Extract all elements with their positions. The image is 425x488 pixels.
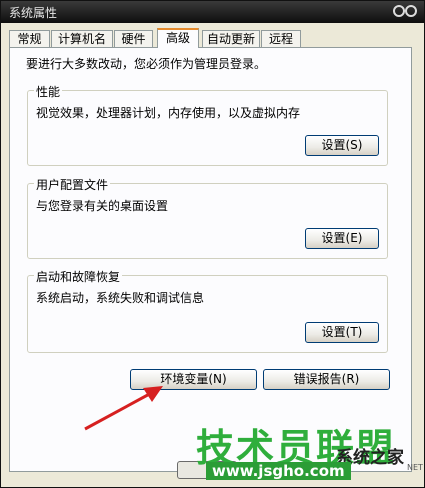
tab-advanced[interactable]: 高级 [157,28,199,48]
watermark: 技术员联盟 系统之家 www.jsgho.com [196,417,404,480]
user-profiles-group: 用户配置文件 与您登录有关的桌面设置 设置(E) [27,176,388,259]
performance-group-title: 性能 [34,83,63,100]
tab-general[interactable]: 常规 [9,30,50,47]
watermark-url: www.jsgho.com [206,462,351,480]
startup-recovery-settings-button[interactable]: 设置(T) [305,322,379,343]
admin-notice: 要进行大多数改动，您必须作为管理员登录。 [26,57,267,71]
performance-settings-button[interactable]: 设置(S) [305,135,379,156]
error-reporting-button[interactable]: 错误报告(R) [263,369,390,390]
startup-recovery-description: 系统启动，系统失败和调试信息 [36,291,205,305]
startup-recovery-group-title: 启动和故障恢复 [34,268,123,285]
red-arrow-annotation-icon [84,386,163,431]
user-profiles-settings-button[interactable]: 设置(E) [305,228,379,249]
title-bar[interactable]: 系统属性 [1,1,424,23]
performance-group: 性能 视觉效果，处理器计划，内存使用，以及虚拟内存 设置(S) [27,83,388,166]
watermark-net-text: NET [407,463,423,472]
tab-computer-name[interactable]: 计算机名 [51,30,113,47]
window-control-icon[interactable] [392,4,418,18]
startup-recovery-group: 启动和故障恢复 系统启动，系统失败和调试信息 设置(T) [27,268,388,353]
system-properties-window: 系统属性 常规 计算机名 硬件 高级 自动更新 远程 要进行大多数改动，您必须作… [0,0,425,488]
user-profiles-description: 与您登录有关的桌面设置 [36,199,169,213]
user-profiles-group-title: 用户配置文件 [34,176,111,193]
window-title: 系统属性 [9,6,58,20]
advanced-tab-panel: 要进行大多数改动，您必须作为管理员登录。 性能 视觉效果，处理器计划，内存使用，… [9,47,412,472]
tab-remote[interactable]: 远程 [261,30,301,47]
tab-automatic-updates[interactable]: 自动更新 [202,30,260,47]
tab-hardware[interactable]: 硬件 [114,30,153,47]
performance-description: 视觉效果，处理器计划，内存使用，以及虚拟内存 [36,106,301,120]
